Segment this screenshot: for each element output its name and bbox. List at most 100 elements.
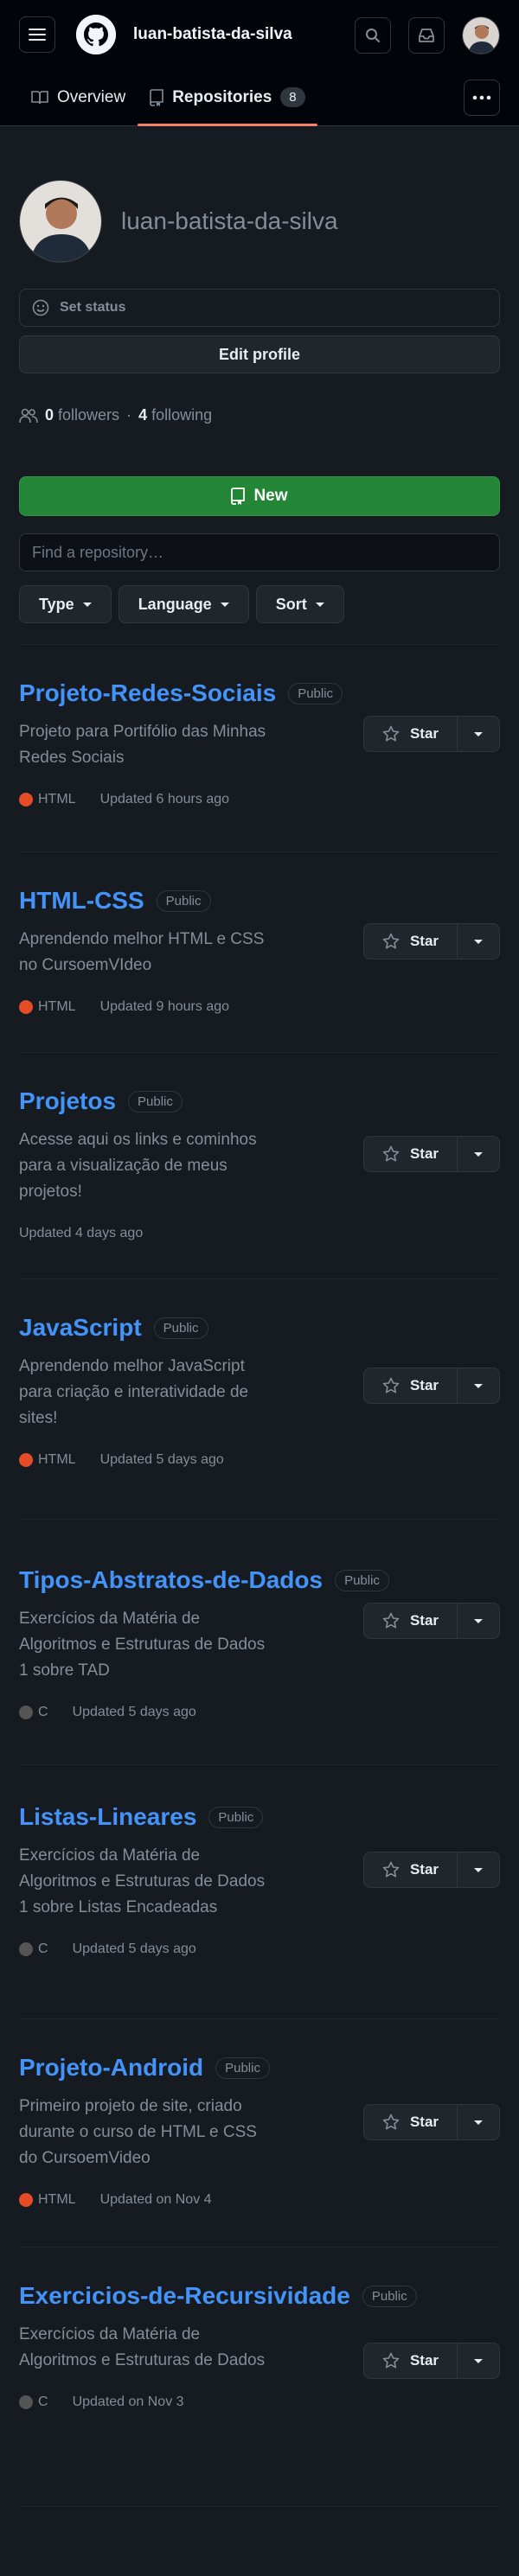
- caret-down-icon: [474, 939, 483, 944]
- sort-filter-button[interactable]: Sort: [255, 585, 344, 623]
- repo-updated: Updated 5 days ago: [72, 1942, 196, 1956]
- avatar-photo-icon: [463, 17, 499, 54]
- star-list-dropdown[interactable]: [458, 717, 499, 751]
- hamburger-icon: [29, 29, 46, 41]
- star-list-dropdown[interactable]: [458, 2343, 499, 2378]
- set-status-button[interactable]: Set status: [19, 289, 500, 327]
- star-list-dropdown[interactable]: [458, 1137, 499, 1171]
- repo-language-label: C: [38, 1705, 48, 1719]
- star-label: Star: [409, 1861, 439, 1878]
- github-logo-icon[interactable]: [76, 15, 116, 54]
- star-icon: [382, 1612, 400, 1629]
- star-button[interactable]: Star: [364, 2343, 458, 2378]
- repo-name-link[interactable]: Listas-Lineares: [19, 1803, 196, 1831]
- smiley-icon: [32, 299, 49, 316]
- repo-item: Tipos-Abstratos-de-Dados Public Exercíci…: [19, 1520, 500, 1765]
- more-options-button[interactable]: [464, 80, 500, 116]
- repo-item: JavaScript Public Aprendendo melhor Java…: [19, 1279, 500, 1520]
- followers-count: 0: [45, 406, 54, 424]
- profile-avatar[interactable]: [19, 180, 102, 263]
- repo-description: Exercícios da Matéria de Algoritmos e Es…: [19, 2325, 266, 2369]
- repo-name-link[interactable]: Projetos: [19, 1087, 116, 1115]
- kebab-horizontal-icon: [472, 95, 491, 100]
- caret-down-icon: [315, 602, 324, 607]
- repo-language: HTML: [19, 792, 76, 807]
- visibility-badge: Public: [215, 2056, 270, 2079]
- caret-down-icon: [474, 1618, 483, 1623]
- repo-language: HTML: [19, 1452, 76, 1468]
- repo-item: Projeto-Android Public Primeiro projeto …: [19, 2019, 500, 2248]
- repo-language-label: HTML: [38, 2192, 76, 2207]
- followers-link[interactable]: 0 followers: [45, 406, 119, 424]
- repositories-count-badge: 8: [280, 87, 305, 107]
- new-repository-button[interactable]: New: [19, 476, 500, 516]
- star-label: Star: [409, 933, 439, 949]
- user-avatar[interactable]: [462, 16, 500, 54]
- visibility-badge: Public: [335, 1569, 389, 1591]
- star-button[interactable]: Star: [364, 1368, 458, 1403]
- people-icon: [19, 408, 38, 423]
- type-filter-button[interactable]: Type: [19, 585, 112, 623]
- inbox-button[interactable]: [408, 17, 445, 54]
- search-icon: [366, 29, 380, 42]
- search-button[interactable]: [355, 17, 391, 54]
- star-list-dropdown[interactable]: [458, 2105, 499, 2139]
- repo-name-link[interactable]: Tipos-Abstratos-de-Dados: [19, 1566, 323, 1594]
- avatar-photo-icon: [20, 181, 101, 262]
- star-list-dropdown[interactable]: [458, 924, 499, 959]
- star-button[interactable]: Star: [364, 1604, 458, 1638]
- repo-name-link[interactable]: Projeto-Android: [19, 2054, 203, 2082]
- tab-overview[interactable]: Overview: [19, 69, 138, 125]
- star-icon: [382, 1377, 400, 1393]
- repo-meta: HTML Updated 5 days ago: [19, 1452, 500, 1468]
- following-link[interactable]: 4 following: [138, 406, 212, 424]
- follow-stats: 0 followers · 4 following: [19, 406, 500, 424]
- star-label: Star: [409, 1612, 439, 1629]
- language-color-dot: [19, 1000, 33, 1014]
- star-icon: [382, 725, 400, 742]
- repo-updated: Updated on Nov 3: [72, 2394, 184, 2409]
- caret-down-icon: [82, 602, 92, 607]
- repo-meta: C Updated 5 days ago: [19, 1942, 500, 1957]
- profile-header: luan-batista-da-silva: [19, 126, 500, 263]
- type-filter-label: Type: [39, 595, 74, 613]
- star-label: Star: [409, 2114, 439, 2130]
- language-color-dot: [19, 1453, 33, 1467]
- star-list-dropdown[interactable]: [458, 1368, 499, 1403]
- tab-repositories[interactable]: Repositories 8: [138, 69, 318, 126]
- language-filter-button[interactable]: Language: [118, 585, 249, 623]
- caret-down-icon: [474, 1151, 483, 1157]
- menu-button[interactable]: [19, 16, 55, 53]
- language-color-dot: [19, 793, 33, 807]
- star-icon: [382, 1861, 400, 1878]
- star-list-dropdown[interactable]: [458, 1604, 499, 1638]
- profile-tabs: Overview Repositories 8: [0, 69, 519, 126]
- repo-name-link[interactable]: HTML-CSS: [19, 887, 144, 915]
- repo-name-link[interactable]: JavaScript: [19, 1314, 142, 1342]
- star-button-group: Star: [363, 2104, 500, 2140]
- star-button[interactable]: Star: [364, 2105, 458, 2139]
- header-username[interactable]: luan-batista-da-silva: [133, 25, 292, 44]
- following-count: 4: [138, 406, 148, 424]
- find-repository-input[interactable]: Find a repository…: [19, 533, 500, 571]
- repo-updated: Updated 9 hours ago: [99, 999, 230, 1014]
- star-button[interactable]: Star: [364, 1137, 458, 1171]
- visibility-badge: Public: [153, 1317, 208, 1339]
- new-repository-label: New: [253, 487, 288, 505]
- repo-description: Aprendendo melhor HTML e CSS no CursoemV…: [19, 930, 265, 974]
- repo-name-link[interactable]: Projeto-Redes-Sociais: [19, 679, 276, 707]
- edit-profile-button[interactable]: Edit profile: [19, 335, 500, 373]
- profile-username: luan-batista-da-silva: [121, 207, 338, 234]
- repo-description: Aprendendo melhor JavaScript para criaçã…: [19, 1357, 249, 1427]
- star-list-dropdown[interactable]: [458, 1852, 499, 1887]
- star-button[interactable]: Star: [364, 924, 458, 959]
- repo-icon: [231, 488, 246, 505]
- follow-separator: ·: [126, 406, 132, 424]
- star-label: Star: [409, 2352, 439, 2369]
- language-color-dot: [19, 2395, 33, 2409]
- repo-updated: Updated 4 days ago: [19, 1226, 144, 1240]
- repo-language: C: [19, 1942, 48, 1957]
- star-button[interactable]: Star: [364, 1852, 458, 1887]
- repo-name-link[interactable]: Exercicios-de-Recursividade: [19, 2282, 350, 2310]
- star-button[interactable]: Star: [364, 717, 458, 751]
